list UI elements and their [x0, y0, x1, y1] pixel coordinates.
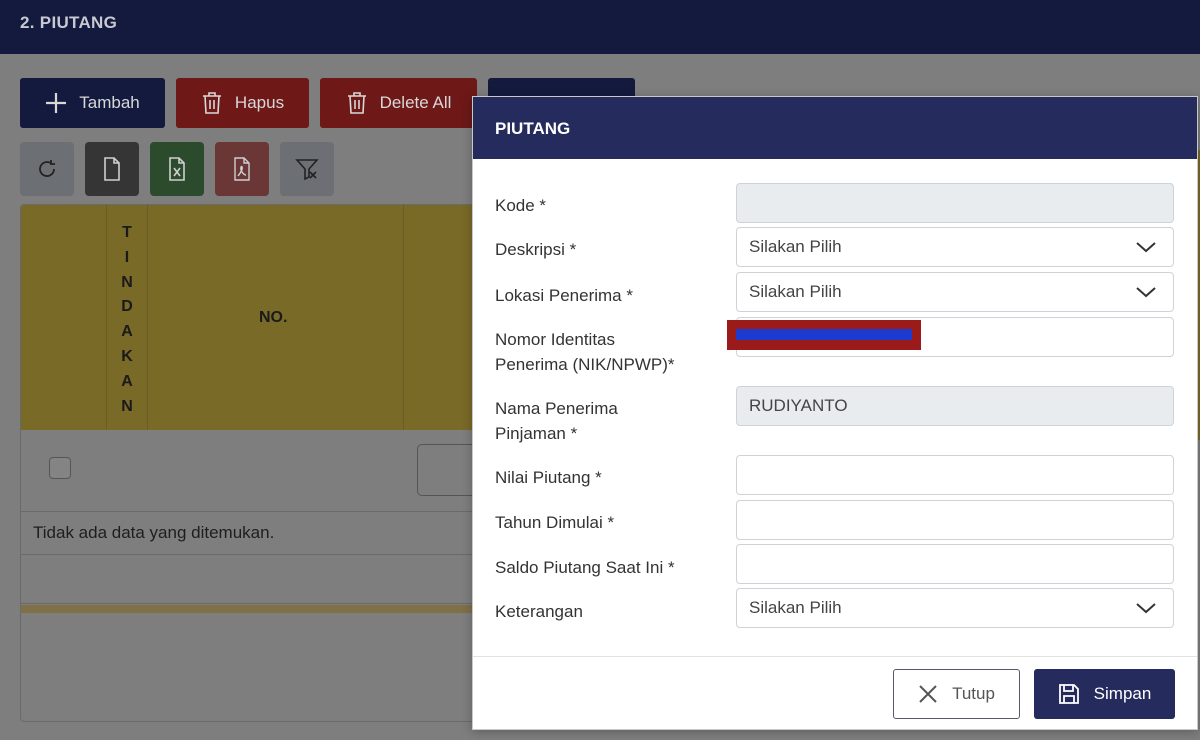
nilai-input[interactable] — [736, 455, 1174, 495]
add-button[interactable]: Tambah — [20, 78, 165, 128]
modal-header: PIUTANG — [473, 97, 1197, 159]
save-button[interactable]: Simpan — [1034, 669, 1175, 719]
tindakan-letter: D — [121, 298, 133, 316]
filter-row — [21, 430, 499, 512]
tindakan-letter: A — [121, 372, 133, 390]
close-button[interactable]: Tutup — [893, 669, 1020, 719]
clear-filter-button[interactable] — [280, 142, 334, 196]
tindakan-letter: I — [124, 248, 130, 266]
table-row — [21, 554, 499, 604]
lokasi-label: Lokasi Penerima * — [495, 286, 633, 305]
tahun-label: Tahun Dimulai * — [495, 513, 615, 532]
tindakan-letter: K — [121, 347, 133, 365]
keterangan-select[interactable]: Silakan Pilih — [736, 588, 1174, 628]
trash-icon — [347, 92, 366, 114]
piutang-modal: PIUTANG Kode * Deskripsi * Silakan Pilih… — [472, 96, 1198, 730]
tindakan-letter: N — [121, 273, 133, 291]
page-title: 2. PIUTANG — [20, 13, 118, 32]
nik-label-line2: Penerima (NIK/NPWP)* — [495, 355, 675, 374]
close-icon — [919, 685, 937, 703]
table-header: T I N D A K A N NO. — [21, 205, 499, 430]
filter-icon — [295, 159, 319, 181]
tahun-input[interactable] — [736, 500, 1174, 540]
pdf-icon — [234, 157, 250, 181]
keterangan-select-value: Silakan Pilih — [749, 598, 842, 617]
export-file-button[interactable] — [85, 142, 139, 196]
kode-label: Kode * — [495, 196, 547, 215]
file-icon — [104, 157, 120, 181]
deskripsi-select[interactable]: Silakan Pilih — [736, 227, 1174, 267]
lokasi-select-value: Silakan Pilih — [749, 282, 842, 301]
chevron-down-icon — [1136, 287, 1156, 298]
lokasi-select[interactable]: Silakan Pilih — [736, 272, 1174, 312]
saldo-input[interactable] — [736, 544, 1174, 584]
redaction-bar — [736, 329, 912, 340]
export-excel-button[interactable] — [150, 142, 204, 196]
export-pdf-button[interactable] — [215, 142, 269, 196]
plus-icon — [46, 93, 67, 113]
keterangan-label: Keterangan — [495, 602, 583, 621]
nama-label-line1: Nama Penerima — [495, 399, 618, 418]
data-table: T I N D A K A N NO. Tidak ada data yang … — [20, 204, 500, 722]
column-header-tindakan: T I N D A K A N — [106, 205, 148, 430]
horizontal-scrollbar[interactable] — [21, 605, 499, 613]
modal-footer-divider — [473, 656, 1197, 657]
refresh-icon — [39, 160, 55, 177]
modal-title: PIUTANG — [495, 119, 571, 138]
redaction-box — [727, 320, 921, 350]
select-all-checkbox[interactable] — [49, 457, 71, 479]
tindakan-letter: N — [121, 397, 133, 415]
excel-icon — [169, 157, 185, 181]
tindakan-letter: T — [122, 224, 132, 241]
save-icon — [1058, 684, 1079, 704]
empty-table-message: Tidak ada data yang ditemukan. — [33, 523, 275, 542]
top-header-bar: 2. PIUTANG — [0, 0, 1200, 54]
kode-field — [736, 183, 1174, 223]
nik-label-line1: Nomor Identitas — [495, 330, 615, 349]
chevron-down-icon — [1136, 242, 1156, 253]
add-button-label: Tambah — [79, 93, 140, 112]
column-divider — [403, 205, 404, 430]
column-header-no: NO. — [259, 309, 288, 326]
delete-button[interactable]: Hapus — [176, 78, 309, 128]
nama-label-line2: Pinjaman * — [495, 424, 578, 443]
deskripsi-select-value: Silakan Pilih — [749, 237, 842, 256]
nilai-label: Nilai Piutang * — [495, 468, 602, 487]
tindakan-letter: A — [121, 323, 133, 341]
refresh-button[interactable] — [20, 142, 74, 196]
close-button-label: Tutup — [952, 684, 995, 703]
delete-all-button-label: Delete All — [379, 93, 452, 112]
deskripsi-label: Deskripsi * — [495, 240, 577, 259]
save-button-label: Simpan — [1093, 684, 1152, 703]
saldo-label: Saldo Piutang Saat Ini * — [495, 558, 675, 577]
delete-all-button[interactable]: Delete All — [320, 78, 477, 128]
trash-icon — [202, 92, 221, 114]
chevron-down-icon — [1136, 603, 1156, 614]
delete-button-label: Hapus — [234, 93, 285, 112]
nama-field: RUDIYANTO — [736, 386, 1174, 426]
